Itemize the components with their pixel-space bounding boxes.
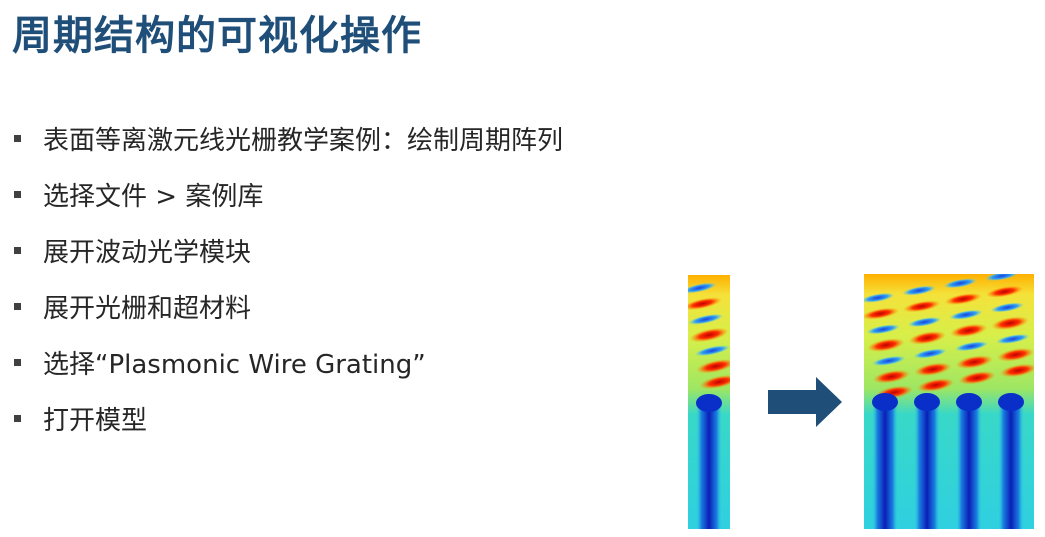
bullet-text: 选择“Plasmonic Wire Grating” xyxy=(43,349,426,380)
bullet-text: 打开模型 xyxy=(43,405,148,436)
bullet-square-icon xyxy=(14,358,21,366)
bullet-square-icon xyxy=(14,190,21,198)
bullet-square-icon xyxy=(14,134,21,142)
bullet-square-icon xyxy=(14,302,21,310)
bullet-item: 打开模型 xyxy=(12,390,563,446)
bullet-item: 选择“Plasmonic Wire Grating” xyxy=(12,334,563,390)
bullet-text: 展开光栅和超材料 xyxy=(43,293,252,324)
bullet-square-icon xyxy=(14,414,21,422)
field-plot-periodic-array xyxy=(864,274,1034,529)
bullet-text: 展开波动光学模块 xyxy=(43,237,252,268)
bullet-item: 展开光栅和超材料 xyxy=(12,278,563,334)
bullet-item: 表面等离激元线光栅教学案例：绘制周期阵列 xyxy=(12,110,563,166)
bullet-text: 表面等离激元线光栅教学案例：绘制周期阵列 xyxy=(43,125,564,156)
bullet-item: 展开波动光学模块 xyxy=(12,222,563,278)
bullet-list: 表面等离激元线光栅教学案例：绘制周期阵列 选择文件 > 案例库 展开波动光学模块… xyxy=(12,110,563,446)
bullet-square-icon xyxy=(14,246,21,254)
bullet-text: 选择文件 > 案例库 xyxy=(43,181,264,212)
slide-title: 周期结构的可视化操作 xyxy=(12,13,422,59)
field-plot-single-unit-cell xyxy=(688,275,730,529)
right-arrow-icon xyxy=(768,377,842,427)
bullet-item: 选择文件 > 案例库 xyxy=(12,166,563,222)
